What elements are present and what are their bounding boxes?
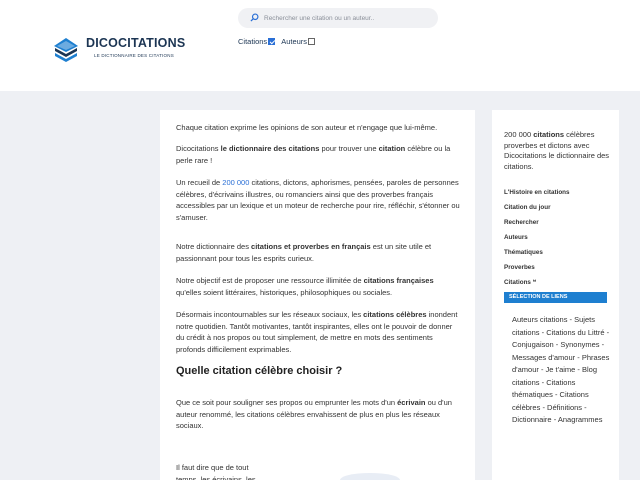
filter-citations-label: Citations xyxy=(238,37,268,46)
text: pour trouver une xyxy=(319,144,379,153)
text-strong: citations célèbres xyxy=(363,310,427,319)
social-paragraph: Désormais incontournables sur les réseau… xyxy=(176,309,460,355)
site-logo[interactable]: DICOCITATIONS LE DICTIONNAIRE DES CITATI… xyxy=(52,34,192,64)
search-input[interactable] xyxy=(264,11,432,25)
text: Que ce soit pour souligner ses propos ou… xyxy=(176,398,398,407)
sidebar-item-histoire[interactable]: L'Histoire en citations xyxy=(504,185,608,200)
disclaimer-text: Chaque citation exprime les opinions de … xyxy=(176,123,438,132)
intro-paragraph: Dicocitations le dictionnaire des citati… xyxy=(176,143,460,166)
sidebar-item-auteurs[interactable]: Auteurs xyxy=(504,230,608,245)
filter-citations-checkbox[interactable] xyxy=(268,38,276,45)
text: Notre dictionnaire des xyxy=(176,242,252,251)
link-synonymes[interactable]: Synonymes xyxy=(560,340,599,349)
sidebar: 200 000 citations célèbres proverbes et … xyxy=(492,110,619,480)
link-messages-amour[interactable]: Messages d'amour xyxy=(512,353,575,362)
sidebar-item-thematiques[interactable]: Thématiques xyxy=(504,245,608,260)
decorative-shape xyxy=(340,473,400,480)
text-strong: citations et proverbes en français xyxy=(251,242,371,251)
books-logo-icon xyxy=(54,38,78,62)
writers-paragraph: Il faut dire que de tout temps, les écri… xyxy=(176,463,256,480)
filter-auteurs[interactable]: Auteurs xyxy=(281,37,316,46)
selection-header: SÉLECTION DE LIENS xyxy=(504,292,607,303)
link-anagrammes[interactable]: Anagrammes xyxy=(558,415,603,424)
link-citations-littre[interactable]: Citations du Littré xyxy=(546,328,604,337)
text: Notre objectif est de proposer une resso… xyxy=(176,276,364,285)
dictionary-paragraph: Notre dictionnaire des citations et prov… xyxy=(176,241,460,264)
site-title: DICOCITATIONS xyxy=(86,36,186,50)
sidebar-item-rechercher[interactable]: Rechercher xyxy=(504,215,608,230)
link-dictionnaire[interactable]: Dictionnaire xyxy=(512,415,552,424)
text-strong: citation xyxy=(378,144,406,153)
objective-paragraph: Notre objectif est de proposer une resso… xyxy=(176,275,460,298)
sidebar-item-citations[interactable]: Citations ❝ xyxy=(504,275,608,290)
link-auteurs-citations[interactable]: Auteurs citations xyxy=(512,315,567,324)
count-link[interactable]: 200 000 xyxy=(222,178,249,187)
text-strong: écrivain xyxy=(397,398,426,407)
text: 200 000 xyxy=(504,130,534,139)
link-je-taime[interactable]: Je t'aime xyxy=(546,365,576,374)
search-bar[interactable] xyxy=(238,8,438,28)
text-strong: le dictionnaire des citations xyxy=(220,144,320,153)
link-definitions[interactable]: Définitions xyxy=(547,403,582,412)
main-content: Chaque citation exprime les opinions de … xyxy=(160,110,475,480)
filter-auteurs-label: Auteurs xyxy=(281,37,308,46)
link-conjugaison[interactable]: Conjugaison xyxy=(512,340,554,349)
sidebar-nav: L'Histoire en citations Citation du jour… xyxy=(504,185,608,290)
search-icon[interactable] xyxy=(250,13,259,22)
site-header: DICOCITATIONS LE DICTIONNAIRE DES CITATI… xyxy=(0,0,640,91)
text-strong: citations françaises xyxy=(363,276,434,285)
text: Un recueil de xyxy=(176,178,223,187)
search-filters: Citations Auteurs xyxy=(238,37,321,46)
text-strong: citations xyxy=(533,130,565,139)
site-subtitle: LE DICTIONNAIRE DES CITATIONS xyxy=(94,53,174,58)
text: Dicocitations xyxy=(176,144,221,153)
sidebar-intro: 200 000 citations célèbres proverbes et … xyxy=(504,130,614,172)
text: Désormais incontournables sur les réseau… xyxy=(176,310,364,319)
collection-paragraph: Un recueil de 200 000 citations, dictons… xyxy=(176,177,460,223)
section-heading: Quelle citation célèbre choisir ? xyxy=(176,365,343,377)
sidebar-item-citation-du-jour[interactable]: Citation du jour xyxy=(504,200,608,215)
selection-links: Auteurs citations - Sujets citations - C… xyxy=(512,315,610,424)
choice-paragraph: Que ce soit pour souligner ses propos ou… xyxy=(176,397,460,432)
sidebar-item-proverbes[interactable]: Proverbes xyxy=(504,260,608,275)
filter-auteurs-checkbox[interactable] xyxy=(308,38,316,45)
filter-citations[interactable]: Citations xyxy=(238,37,276,46)
text: qu'elles soient littéraires, historiques… xyxy=(176,287,393,297)
